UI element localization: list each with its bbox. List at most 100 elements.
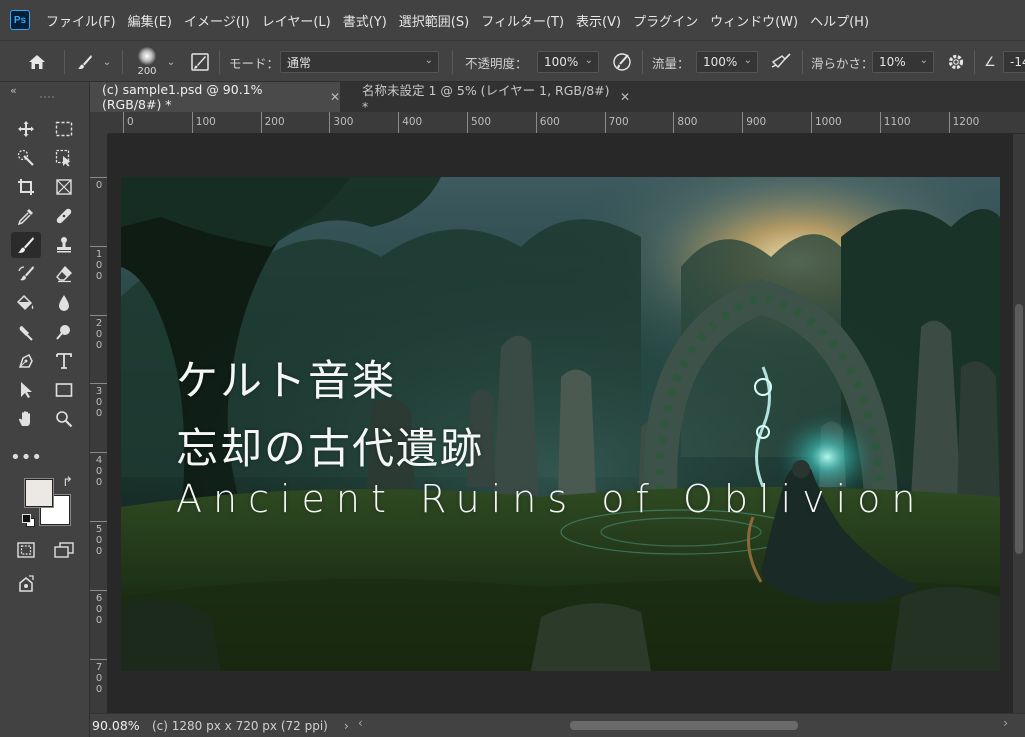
hand-tool-icon[interactable] [11,406,41,432]
airbrush-icon[interactable] [768,41,794,83]
quick-mask-icon[interactable] [11,537,41,563]
share-icon[interactable] [11,571,41,597]
frame-tool-icon[interactable] [49,174,79,200]
ruler-tick-label: 100 [90,245,107,282]
history-brush-tool-icon[interactable] [11,261,41,287]
close-icon[interactable]: ✕ [620,90,630,104]
brush-tool-icon[interactable] [11,232,41,258]
menu-window[interactable]: ウィンドウ(W) [704,11,804,30]
menu-view[interactable]: 表示(V) [570,11,627,30]
menu-filter[interactable]: フィルター(T) [475,11,570,30]
ruler-tick-label: 400 [398,112,422,133]
scroll-right-icon[interactable]: › [1003,716,1008,730]
opacity-field[interactable]: 100% ⌄ [537,51,599,73]
move-tool-icon[interactable] [11,116,41,142]
ruler-tick-label: 500 [467,112,491,133]
angle-field[interactable]: -14 [1003,51,1025,73]
menu-edit[interactable]: 編集(E) [122,11,178,30]
ruler-tick-label: 0 [90,177,107,191]
smoothing-value: 10% [879,55,906,69]
pen-tool-icon[interactable] [11,348,41,374]
flow-label: 流量： [652,55,690,71]
document-tab-active[interactable]: (c) sample1.psd @ 90.1% (RGB/8#) * ✕ [90,82,340,112]
smoothing-label: 滑らかさ： [811,55,874,71]
vertical-scroll-thumb[interactable] [1015,304,1023,554]
menu-image[interactable]: イメージ(I) [178,11,256,30]
ruler-tick-label: 0 [123,112,134,133]
panel-grip[interactable] [40,96,54,98]
document-canvas[interactable]: ケルト音楽 忘却の古代遺跡 Ancient Ruins of Oblivion [121,177,1000,671]
default-colors-icon[interactable] [22,514,36,528]
vertical-ruler[interactable]: 0 100 200 300 400 500 600 700 [90,134,108,713]
eyedropper-tool-icon[interactable] [11,203,41,229]
chevron-down-icon: ⌄ [424,55,433,66]
scroll-left-icon[interactable]: ‹ [358,716,363,730]
mode-label: モード： [229,55,280,71]
document-info: (c) 1280 px x 720 px (72 ppi) [152,718,328,733]
ruler-tick-label: 800 [673,112,697,133]
foreground-color-swatch[interactable] [24,478,54,508]
swap-colors-icon[interactable]: ↱ [62,475,73,490]
smoothing-field[interactable]: 10% ⌄ [872,51,934,73]
path-selection-tool-icon[interactable] [11,377,41,403]
more-tools-icon[interactable]: ••• [10,444,42,470]
crop-tool-icon[interactable] [11,174,41,200]
canvas-text-subtitle-en[interactable]: Ancient Ruins of Oblivion [176,477,927,521]
chevron-down-icon[interactable]: ⌄ [164,41,178,83]
pressure-opacity-icon[interactable] [610,41,634,83]
chevron-down-icon: ⌄ [919,55,928,66]
horizontal-ruler[interactable]: 0 100 200 300 400 500 600 700 800 900 1000 1100 1200 [108,112,1025,134]
gear-icon[interactable] [944,41,968,83]
angle-value: -14 [1010,55,1025,69]
eraser-tool-icon[interactable] [49,261,79,287]
ruler-tick-label: 300 [90,383,107,419]
paint-bucket-tool-icon[interactable] [11,290,41,316]
brush-settings-icon[interactable] [189,41,211,83]
canvas-text-title-jp[interactable]: ケルト音楽 [176,347,396,408]
zoom-tool-icon[interactable] [49,406,79,432]
document-tab[interactable]: 名称未設定 1 @ 5% (レイヤー 1, RGB/8#) * ✕ [350,82,630,114]
canvas-text-subtitle-jp[interactable]: 忘却の古代遺跡 [176,415,484,476]
chevron-right-icon[interactable]: › [344,719,349,733]
status-bar: 90.08% (c) 1280 px x 720 px (72 ppi) › ‹… [90,713,1025,737]
collapse-panel-icon[interactable]: « [10,84,17,97]
rectangle-tool-icon[interactable] [49,377,79,403]
close-icon[interactable]: ✕ [330,90,340,104]
ruler-tick-label: 600 [535,112,560,133]
chevron-down-icon[interactable]: ⌄ [100,41,114,83]
horizontal-scroll-thumb[interactable] [570,721,798,730]
zoom-level[interactable]: 90.08% [92,718,148,733]
blend-mode-dropdown[interactable]: 通常 ⌄ [280,51,439,73]
brush-preset-icon[interactable] [74,41,96,83]
menu-plugins[interactable]: プラグイン [627,11,704,30]
ruler-tick-label: 1100 [879,112,911,133]
quick-selection-tool-icon[interactable] [11,145,41,171]
smudge-tool-icon[interactable] [11,319,41,345]
ruler-tick-label: 600 [90,589,107,626]
ruler-corner[interactable] [90,112,108,134]
ruler-tick-label: 700 [604,112,629,133]
ruler-tick-label: 100 [191,112,216,133]
menu-help[interactable]: ヘルプ(H) [804,11,875,30]
tools-panel: « ••• ↱ [0,82,90,737]
menu-file[interactable]: ファイル(F) [40,11,122,30]
type-tool-icon[interactable] [49,348,79,374]
menu-layer[interactable]: レイヤー(L) [256,11,337,30]
brush-size-picker[interactable]: 200 [132,41,162,83]
home-icon[interactable] [24,41,50,83]
tab-label: 名称未設定 1 @ 5% (レイヤー 1, RGB/8#) * [362,83,610,114]
blur-tool-icon[interactable] [49,290,79,316]
marquee-tool-icon[interactable] [49,116,79,142]
menu-select[interactable]: 選択範囲(S) [393,11,475,30]
screen-mode-icon[interactable] [49,537,79,563]
clone-stamp-tool-icon[interactable] [49,232,79,258]
horizontal-scrollbar[interactable]: ‹ › [358,716,1008,732]
healing-brush-tool-icon[interactable] [49,203,79,229]
ruler-tick-label: 200 [90,314,107,351]
dodge-tool-icon[interactable] [49,319,79,345]
vertical-scrollbar[interactable] [1013,134,1025,713]
flow-field[interactable]: 100% ⌄ [696,51,758,73]
menu-type[interactable]: 書式(Y) [337,11,393,30]
object-selection-tool-icon[interactable] [49,145,79,171]
angle-icon: ∠ [984,54,996,70]
